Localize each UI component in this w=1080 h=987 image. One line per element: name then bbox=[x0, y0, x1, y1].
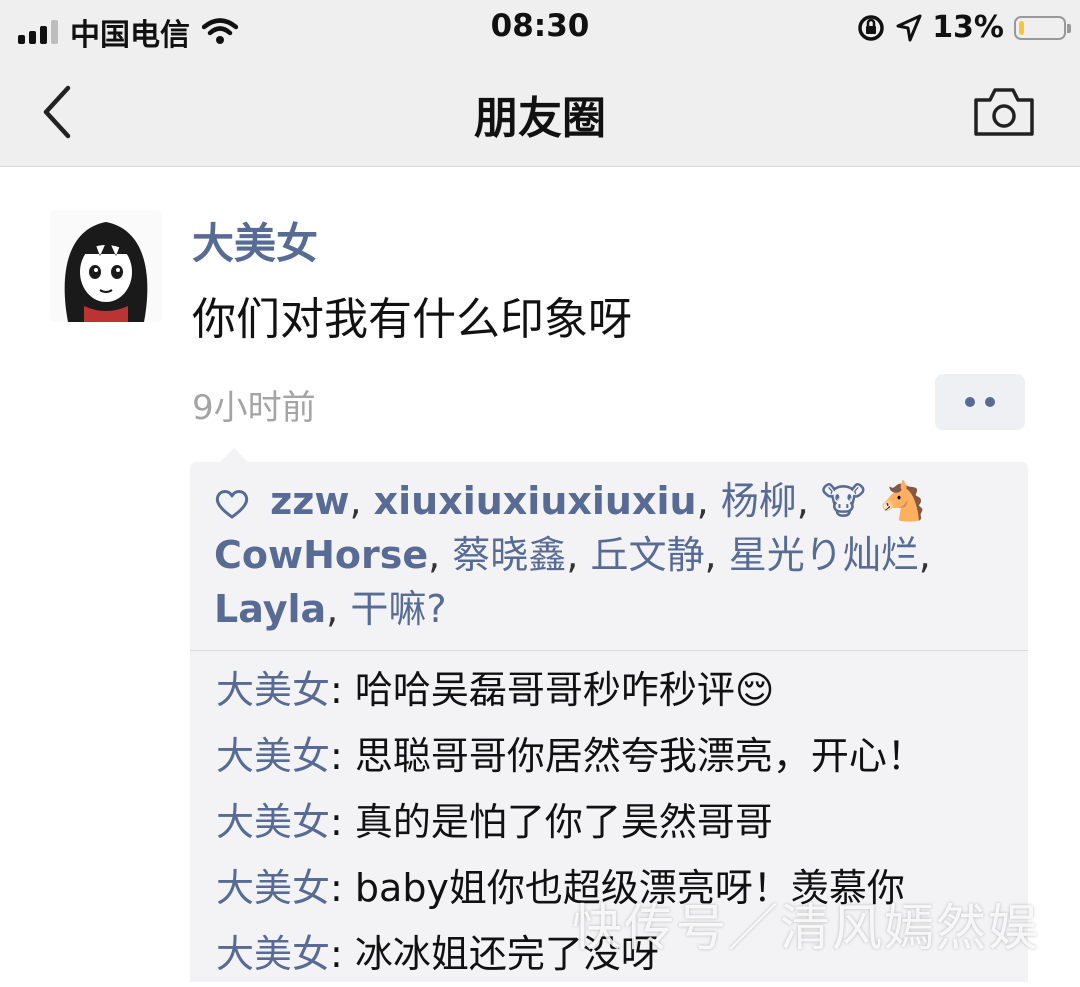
comment-colon: : bbox=[330, 866, 355, 910]
status-bar: 中国电信 08:30 13% bbox=[0, 0, 1080, 56]
location-icon bbox=[896, 14, 922, 41]
avatar-image bbox=[50, 210, 162, 322]
battery-icon bbox=[1014, 15, 1071, 40]
comment-author[interactable]: 大美女 bbox=[216, 932, 330, 976]
comment-author[interactable]: 大美女 bbox=[216, 800, 330, 844]
comment-colon: : bbox=[330, 668, 355, 712]
comment-author[interactable]: 大美女 bbox=[216, 734, 330, 778]
like-name[interactable]: Layla bbox=[214, 587, 326, 631]
more-dots-icon[interactable] bbox=[935, 374, 1025, 430]
comment-row[interactable]: 大美女: 哈哈吴磊哥哥秒咋秒评😌 bbox=[216, 657, 1012, 723]
like-separator: , bbox=[704, 533, 729, 577]
like-name[interactable]: zzw bbox=[270, 479, 349, 523]
like-separator: , bbox=[566, 533, 591, 577]
post-time: 9小时前 bbox=[192, 388, 316, 428]
comment-colon: : bbox=[330, 800, 355, 844]
like-name[interactable]: 星光り灿烂 bbox=[729, 533, 919, 577]
like-name[interactable]: 丘文静 bbox=[591, 533, 705, 577]
like-separator: , bbox=[326, 587, 351, 631]
like-separator: , bbox=[428, 533, 453, 577]
heart-outline-icon bbox=[215, 489, 249, 518]
comment-colon: : bbox=[330, 932, 355, 976]
avatar[interactable] bbox=[50, 210, 162, 322]
nav-bar: 朋友圈 bbox=[0, 56, 1080, 167]
comment-row[interactable]: 大美女: 真的是怕了你了昊然哥哥 bbox=[216, 789, 1012, 855]
rotation-lock-icon bbox=[858, 14, 884, 41]
like-separator: , bbox=[918, 533, 931, 577]
watermark: 快传号／清风嫣然娱 bbox=[572, 899, 1040, 957]
comment-author[interactable]: 大美女 bbox=[216, 668, 330, 712]
comment-row[interactable]: 大美女: 思聪哥哥你居然夸我漂亮，开心！ bbox=[216, 723, 1012, 789]
like-separator: , bbox=[349, 479, 374, 523]
battery-percent: 13% bbox=[932, 10, 1004, 45]
like-separator: , bbox=[796, 479, 821, 523]
like-name[interactable]: 蔡晓鑫 bbox=[452, 533, 566, 577]
comment-colon: : bbox=[330, 734, 355, 778]
comment-author[interactable]: 大美女 bbox=[216, 866, 330, 910]
like-separator: , bbox=[696, 479, 721, 523]
page-title: 朋友圈 bbox=[474, 93, 606, 144]
likes-list: zzw, xiuxiuxiuxiuxiu, 杨柳, 🐮 🐴 CowHorse, … bbox=[190, 462, 1028, 651]
like-name[interactable]: 杨柳 bbox=[721, 479, 797, 523]
like-name[interactable]: xiuxiuxiuxiuxiu bbox=[374, 479, 697, 523]
like-name[interactable]: 干嘛? bbox=[350, 587, 446, 631]
comment-text: 哈哈吴磊哥哥秒咋秒评😌 bbox=[354, 668, 775, 712]
post-author[interactable]: 大美女 bbox=[192, 210, 318, 271]
comment-text: 真的是怕了你了昊然哥哥 bbox=[354, 800, 773, 844]
post-text: 你们对我有什么印象呀 bbox=[192, 294, 632, 345]
status-right: 13% bbox=[856, 10, 1071, 45]
battery-level-fill bbox=[1019, 20, 1024, 35]
comment-text: 思聪哥哥你居然夸我漂亮，开心！ bbox=[354, 734, 925, 778]
camera-icon[interactable] bbox=[972, 84, 1036, 140]
